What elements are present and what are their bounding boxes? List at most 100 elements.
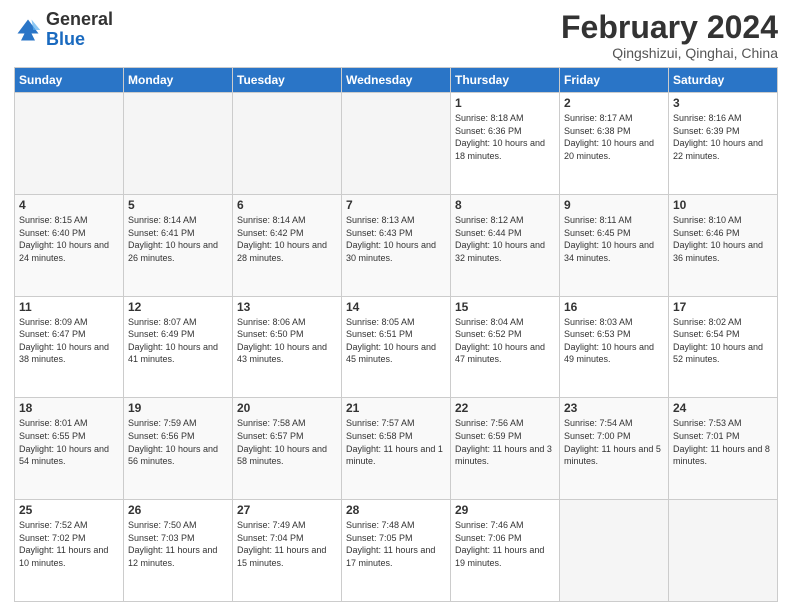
day-info: Sunrise: 7:52 AMSunset: 7:02 PMDaylight:… — [19, 519, 119, 569]
day-number: 11 — [19, 300, 119, 314]
calendar-cell: 20Sunrise: 7:58 AMSunset: 6:57 PMDayligh… — [233, 398, 342, 500]
day-info: Sunrise: 7:48 AMSunset: 7:05 PMDaylight:… — [346, 519, 446, 569]
day-number: 1 — [455, 96, 555, 110]
day-number: 16 — [564, 300, 664, 314]
day-info: Sunrise: 8:17 AMSunset: 6:38 PMDaylight:… — [564, 112, 664, 162]
day-number: 6 — [237, 198, 337, 212]
day-info: Sunrise: 8:16 AMSunset: 6:39 PMDaylight:… — [673, 112, 773, 162]
day-number: 5 — [128, 198, 228, 212]
calendar-cell — [669, 500, 778, 602]
day-info: Sunrise: 8:15 AMSunset: 6:40 PMDaylight:… — [19, 214, 119, 264]
calendar-cell: 13 Sunrise: 8:06 AMSunset: 6:50 PMDayligh… — [233, 296, 342, 398]
day-info: Sunrise: 8:09 AMSunset: 6:47 PMDaylight:… — [19, 316, 119, 366]
calendar-cell: 1 Sunrise: 8:18 AMSunset: 6:36 PMDaylight… — [451, 93, 560, 195]
day-number: 3 — [673, 96, 773, 110]
calendar-cell: 2 Sunrise: 8:17 AMSunset: 6:38 PMDaylight… — [560, 93, 669, 195]
day-number: 29 — [455, 503, 555, 517]
weekday-header-thursday: Thursday — [451, 68, 560, 93]
day-info: Sunrise: 7:56 AMSunset: 6:59 PMDaylight:… — [455, 417, 555, 467]
calendar-cell: 4 Sunrise: 8:15 AMSunset: 6:40 PMDaylight… — [15, 194, 124, 296]
week-row-2: 4 Sunrise: 8:15 AMSunset: 6:40 PMDaylight… — [15, 194, 778, 296]
calendar-table: SundayMondayTuesdayWednesdayThursdayFrid… — [14, 67, 778, 602]
calendar-cell: 14Sunrise: 8:05 AMSunset: 6:51 PMDayligh… — [342, 296, 451, 398]
page: General Blue February 2024 Qingshizui, Q… — [0, 0, 792, 612]
day-info: Sunrise: 8:04 AMSunset: 6:52 PMDaylight:… — [455, 316, 555, 366]
day-info: Sunrise: 7:58 AMSunset: 6:57 PMDaylight:… — [237, 417, 337, 467]
weekday-header-row: SundayMondayTuesdayWednesdayThursdayFrid… — [15, 68, 778, 93]
calendar-cell: 10Sunrise: 8:10 AMSunset: 6:46 PMDayligh… — [669, 194, 778, 296]
calendar-cell: 6 Sunrise: 8:14 AMSunset: 6:42 PMDaylight… — [233, 194, 342, 296]
calendar-cell: 3 Sunrise: 8:16 AMSunset: 6:39 PMDaylight… — [669, 93, 778, 195]
logo-general-text: General — [46, 9, 113, 29]
day-number: 17 — [673, 300, 773, 314]
weekday-header-tuesday: Tuesday — [233, 68, 342, 93]
calendar-cell: 9 Sunrise: 8:11 AMSunset: 6:45 PMDaylight… — [560, 194, 669, 296]
calendar-cell: 5 Sunrise: 8:14 AMSunset: 6:41 PMDaylight… — [124, 194, 233, 296]
day-info: Sunrise: 8:05 AMSunset: 6:51 PMDaylight:… — [346, 316, 446, 366]
day-info: Sunrise: 8:02 AMSunset: 6:54 PMDaylight:… — [673, 316, 773, 366]
day-info: Sunrise: 7:49 AMSunset: 7:04 PMDaylight:… — [237, 519, 337, 569]
day-number: 12 — [128, 300, 228, 314]
day-number: 19 — [128, 401, 228, 415]
day-number: 26 — [128, 503, 228, 517]
day-number: 8 — [455, 198, 555, 212]
week-row-1: 1 Sunrise: 8:18 AMSunset: 6:36 PMDaylight… — [15, 93, 778, 195]
day-info: Sunrise: 8:13 AMSunset: 6:43 PMDaylight:… — [346, 214, 446, 264]
day-number: 4 — [19, 198, 119, 212]
day-number: 2 — [564, 96, 664, 110]
day-info: Sunrise: 8:01 AMSunset: 6:55 PMDaylight:… — [19, 417, 119, 467]
day-number: 10 — [673, 198, 773, 212]
calendar-cell: 18 Sunrise: 8:01 AMSunset: 6:55 PMDayligh… — [15, 398, 124, 500]
calendar-cell: 24Sunrise: 7:53 AMSunset: 7:01 PMDayligh… — [669, 398, 778, 500]
day-number: 22 — [455, 401, 555, 415]
calendar-cell — [233, 93, 342, 195]
calendar-title: February 2024 — [561, 10, 778, 45]
calendar-cell: 26 Sunrise: 7:50 AMSunset: 7:03 PMDayligh… — [124, 500, 233, 602]
calendar-cell — [124, 93, 233, 195]
calendar-cell: 23Sunrise: 7:54 AMSunset: 7:00 PMDayligh… — [560, 398, 669, 500]
calendar-cell: 8Sunrise: 8:12 AMSunset: 6:44 PMDaylight… — [451, 194, 560, 296]
day-info: Sunrise: 8:11 AMSunset: 6:45 PMDaylight:… — [564, 214, 664, 264]
week-row-5: 25Sunrise: 7:52 AMSunset: 7:02 PMDayligh… — [15, 500, 778, 602]
title-block: February 2024 Qingshizui, Qinghai, China — [561, 10, 778, 61]
day-info: Sunrise: 7:54 AMSunset: 7:00 PMDaylight:… — [564, 417, 664, 467]
calendar-cell: 19Sunrise: 7:59 AMSunset: 6:56 PMDayligh… — [124, 398, 233, 500]
calendar-cell: 27 Sunrise: 7:49 AMSunset: 7:04 PMDayligh… — [233, 500, 342, 602]
calendar-cell: 17 Sunrise: 8:02 AMSunset: 6:54 PMDayligh… — [669, 296, 778, 398]
calendar-cell — [15, 93, 124, 195]
day-info: Sunrise: 8:07 AMSunset: 6:49 PMDaylight:… — [128, 316, 228, 366]
day-info: Sunrise: 8:18 AMSunset: 6:36 PMDaylight:… — [455, 112, 555, 162]
day-info: Sunrise: 8:14 AMSunset: 6:42 PMDaylight:… — [237, 214, 337, 264]
day-number: 21 — [346, 401, 446, 415]
calendar-cell — [342, 93, 451, 195]
header: General Blue February 2024 Qingshizui, Q… — [14, 10, 778, 61]
week-row-3: 11 Sunrise: 8:09 AMSunset: 6:47 PMDayligh… — [15, 296, 778, 398]
day-info: Sunrise: 8:14 AMSunset: 6:41 PMDaylight:… — [128, 214, 228, 264]
weekday-header-monday: Monday — [124, 68, 233, 93]
day-number: 27 — [237, 503, 337, 517]
day-number: 9 — [564, 198, 664, 212]
weekday-header-saturday: Saturday — [669, 68, 778, 93]
calendar-cell: 25Sunrise: 7:52 AMSunset: 7:02 PMDayligh… — [15, 500, 124, 602]
calendar-cell: 11 Sunrise: 8:09 AMSunset: 6:47 PMDayligh… — [15, 296, 124, 398]
calendar-cell: 29 Sunrise: 7:46 AMSunset: 7:06 PMDayligh… — [451, 500, 560, 602]
day-info: Sunrise: 7:57 AMSunset: 6:58 PMDaylight:… — [346, 417, 446, 467]
logo-icon — [14, 16, 42, 44]
day-number: 13 — [237, 300, 337, 314]
day-info: Sunrise: 7:50 AMSunset: 7:03 PMDaylight:… — [128, 519, 228, 569]
weekday-header-sunday: Sunday — [15, 68, 124, 93]
calendar-cell: 16 Sunrise: 8:03 AMSunset: 6:53 PMDayligh… — [560, 296, 669, 398]
logo-blue-text: Blue — [46, 29, 85, 49]
weekday-header-wednesday: Wednesday — [342, 68, 451, 93]
day-number: 24 — [673, 401, 773, 415]
day-info: Sunrise: 8:06 AMSunset: 6:50 PMDaylight:… — [237, 316, 337, 366]
day-info: Sunrise: 8:03 AMSunset: 6:53 PMDaylight:… — [564, 316, 664, 366]
calendar-cell: 7Sunrise: 8:13 AMSunset: 6:43 PMDaylight… — [342, 194, 451, 296]
week-row-4: 18 Sunrise: 8:01 AMSunset: 6:55 PMDayligh… — [15, 398, 778, 500]
day-info: Sunrise: 7:46 AMSunset: 7:06 PMDaylight:… — [455, 519, 555, 569]
day-number: 28 — [346, 503, 446, 517]
weekday-header-friday: Friday — [560, 68, 669, 93]
calendar-cell: 15Sunrise: 8:04 AMSunset: 6:52 PMDayligh… — [451, 296, 560, 398]
calendar-subtitle: Qingshizui, Qinghai, China — [561, 45, 778, 61]
day-number: 18 — [19, 401, 119, 415]
